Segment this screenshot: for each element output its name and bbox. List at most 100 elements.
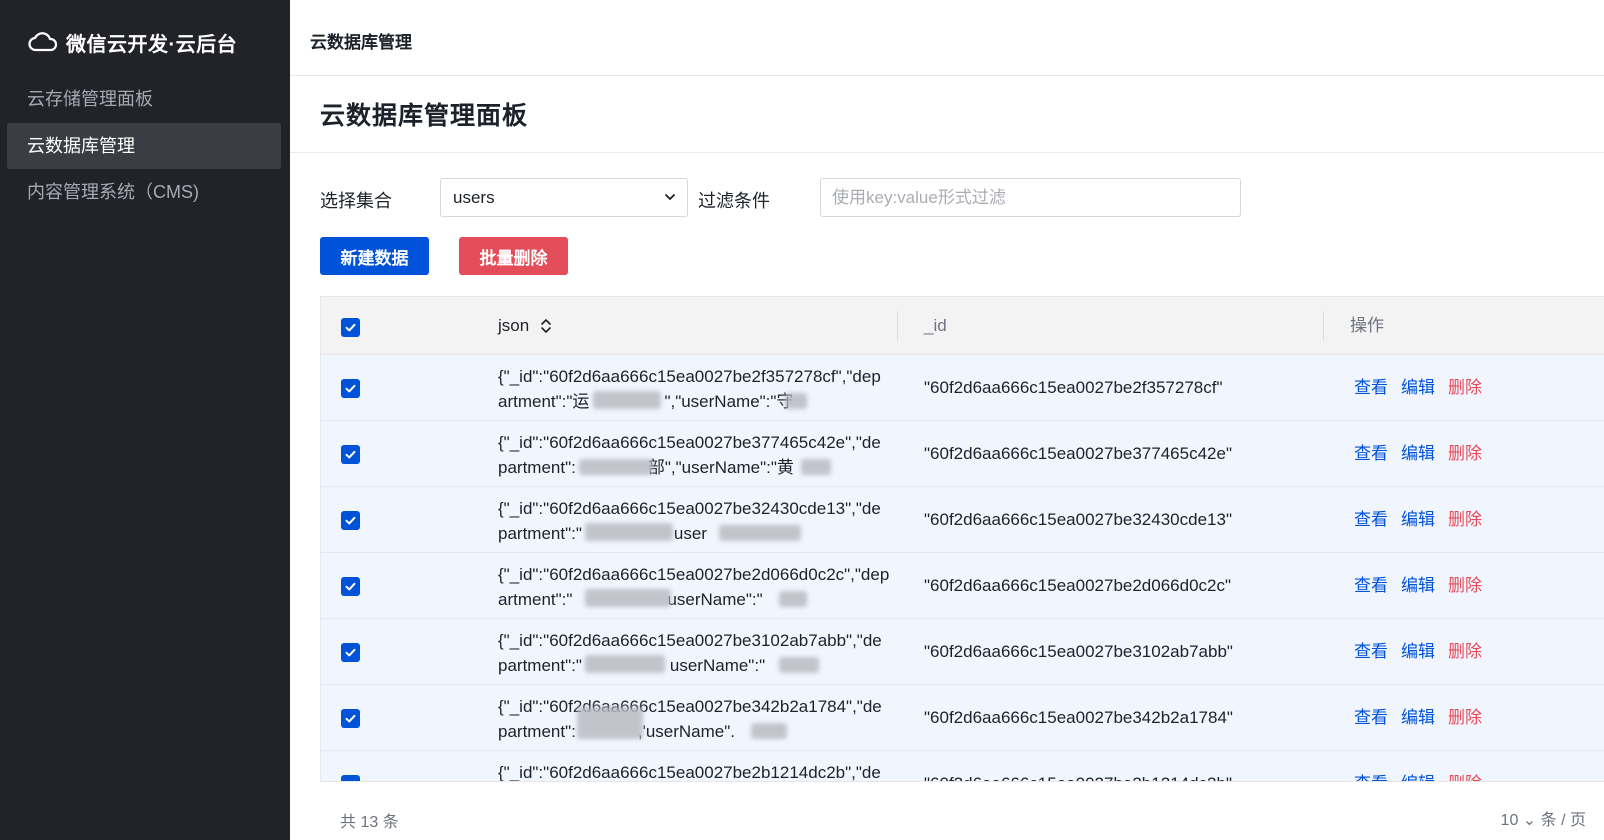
json-line-3: ,'userName". <box>637 722 736 741</box>
json-cell: {"_id":"60f2d6aa666c15ea0027be32430cde13… <box>498 496 890 546</box>
table-row: {"_id":"60f2d6aa666c15ea0027be342b2a1784… <box>321 685 1604 751</box>
id-cell: "60f2d6aa666c15ea0027be2d066d0c2c" <box>924 576 1232 595</box>
brand: 微信云开发·云后台 <box>28 28 237 56</box>
redaction-blur <box>779 591 807 607</box>
redaction-blur <box>579 459 653 475</box>
column-header-json[interactable]: json <box>498 297 553 355</box>
json-line-3: ","userName":"守 <box>664 392 794 411</box>
row-checkbox[interactable] <box>341 379 360 398</box>
table-row: {"_id":"60f2d6aa666c15ea0027be2f357278cf… <box>321 355 1604 421</box>
view-link[interactable]: 查看 <box>1354 774 1388 781</box>
chevron-down-icon: ⌄ <box>1522 812 1537 829</box>
row-checkbox[interactable] <box>341 577 360 596</box>
json-cell: {"_id":"60f2d6aa666c15ea0027be3102ab7abb… <box>498 628 890 678</box>
edit-link[interactable]: 编辑 <box>1401 378 1435 397</box>
id-cell: "60f2d6aa666c15ea0027be342b2a1784" <box>924 708 1233 727</box>
view-link[interactable]: 查看 <box>1354 642 1388 661</box>
view-link[interactable]: 查看 <box>1354 510 1388 529</box>
header-title: 云数据库管理 <box>310 33 412 52</box>
id-cell: "60f2d6aa666c15ea0027be32430cde13" <box>924 510 1232 529</box>
column-divider <box>897 311 898 341</box>
sidebar-item-storage[interactable]: 云存储管理面板 <box>7 76 281 122</box>
row-checkbox[interactable] <box>341 511 360 530</box>
redaction-blur <box>585 655 665 673</box>
delete-link[interactable]: 删除 <box>1448 774 1482 781</box>
row-actions: 查看编辑删除 <box>1354 487 1495 553</box>
title-divider <box>290 152 1604 153</box>
edit-link[interactable]: 编辑 <box>1401 576 1435 595</box>
json-line-2: partment": <box>498 458 576 477</box>
create-data-button[interactable]: 新建数据 <box>320 237 429 275</box>
redaction-blur <box>593 391 661 409</box>
batch-delete-button[interactable]: 批量删除 <box>459 237 568 275</box>
filter-condition-input[interactable] <box>820 178 1241 217</box>
json-line-1: {"_id":"60f2d6aa666c15ea0027be2d066d0c2c… <box>498 565 880 584</box>
table-row: {"_id":"60f2d6aa666c15ea0027be32430cde13… <box>321 487 1604 553</box>
table-row: {"_id":"60f2d6aa666c15ea0027be2b1214dc2b… <box>321 751 1604 782</box>
edit-link[interactable]: 编辑 <box>1401 774 1435 781</box>
json-line-1: {"_id":"60f2d6aa666c15ea0027be32430cde13… <box>498 499 881 518</box>
json-line-3: 部","userName":"黄 <box>647 458 794 477</box>
delete-link[interactable]: 删除 <box>1448 444 1482 463</box>
json-line-3: userName":" <box>669 656 766 675</box>
collection-label: 选择集合 <box>320 191 392 211</box>
json-cell: {"_id":"60f2d6aa666c15ea0027be377465c42e… <box>498 430 890 480</box>
sidebar: 微信云开发·云后台 云存储管理面板 云数据库管理 内容管理系统（CMS) <box>0 0 290 840</box>
edit-link[interactable]: 编辑 <box>1401 642 1435 661</box>
delete-link[interactable]: 删除 <box>1448 642 1482 661</box>
row-actions: 查看编辑删除 <box>1354 355 1495 421</box>
row-checkbox[interactable] <box>341 445 360 464</box>
id-cell: "60f2d6aa666c15ea0027be377465c42e" <box>924 444 1232 463</box>
select-all-checkbox[interactable] <box>341 318 360 337</box>
sidebar-item-database[interactable]: 云数据库管理 <box>7 123 281 169</box>
row-checkbox[interactable] <box>341 643 360 662</box>
page-title: 云数据库管理面板 <box>320 102 529 130</box>
checkbox-checked-icon <box>345 648 356 657</box>
column-json-label: json <box>498 316 530 335</box>
brand-title: 微信云开发·云后台 <box>66 33 238 56</box>
delete-link[interactable]: 删除 <box>1448 378 1482 397</box>
id-cell: "60f2d6aa666c15ea0027be2b1214dc2b" <box>924 751 1232 781</box>
json-cell: {"_id":"60f2d6aa666c15ea0027be2f357278cf… <box>498 364 890 414</box>
json-line-1: {"_id":"60f2d6aa666c15ea0027be2b1214dc2b… <box>498 763 881 782</box>
view-link[interactable]: 查看 <box>1354 576 1388 595</box>
sort-icon[interactable] <box>539 317 553 335</box>
checkbox-checked-icon <box>345 384 356 393</box>
json-cell: {"_id":"60f2d6aa666c15ea0027be342b2a1784… <box>498 694 890 744</box>
id-cell: "60f2d6aa666c15ea0027be2f357278cf" <box>924 378 1223 397</box>
checkbox-checked-icon <box>345 582 356 591</box>
delete-link[interactable]: 删除 <box>1448 708 1482 727</box>
view-link[interactable]: 查看 <box>1354 378 1388 397</box>
redaction-blur <box>801 459 831 475</box>
column-header-id: _id <box>924 316 947 335</box>
json-line-2: partment":" <box>498 656 582 675</box>
json-line-1: {"_id":"60f2d6aa666c15ea0027be3102ab7abb… <box>498 631 882 650</box>
table-row: {"_id":"60f2d6aa666c15ea0027be377465c42e… <box>321 421 1604 487</box>
delete-link[interactable]: 删除 <box>1448 576 1482 595</box>
edit-link[interactable]: 编辑 <box>1401 510 1435 529</box>
redaction-blur <box>785 393 807 409</box>
json-line-3: user <box>673 524 707 543</box>
row-checkbox[interactable] <box>341 775 360 781</box>
redaction-blur <box>577 707 643 739</box>
per-page-label: 条 / 页 <box>1540 812 1586 829</box>
checkbox-checked-icon <box>353 780 356 781</box>
column-divider <box>1323 311 1324 341</box>
redaction-blur <box>751 723 787 739</box>
redaction-blur <box>779 657 819 673</box>
page-size-select[interactable]: 10 ⌄ 条 / 页 <box>1501 806 1586 830</box>
data-table: json _id 操作 {"_id":"60f2d6aa666c15ea0027… <box>320 296 1604 782</box>
view-link[interactable]: 查看 <box>1354 708 1388 727</box>
json-line-3: userName":" <box>667 590 763 609</box>
edit-link[interactable]: 编辑 <box>1401 444 1435 463</box>
delete-link[interactable]: 删除 <box>1448 510 1482 529</box>
redaction-blur <box>585 589 671 607</box>
checkbox-checked-icon <box>345 450 356 459</box>
edit-link[interactable]: 编辑 <box>1401 708 1435 727</box>
collection-select[interactable]: users <box>440 178 688 217</box>
row-actions: 查看编辑删除 <box>1354 421 1495 487</box>
view-link[interactable]: 查看 <box>1354 444 1388 463</box>
sidebar-item-cms[interactable]: 内容管理系统（CMS) <box>7 169 281 215</box>
redaction-blur <box>719 525 801 541</box>
row-checkbox[interactable] <box>341 709 360 728</box>
